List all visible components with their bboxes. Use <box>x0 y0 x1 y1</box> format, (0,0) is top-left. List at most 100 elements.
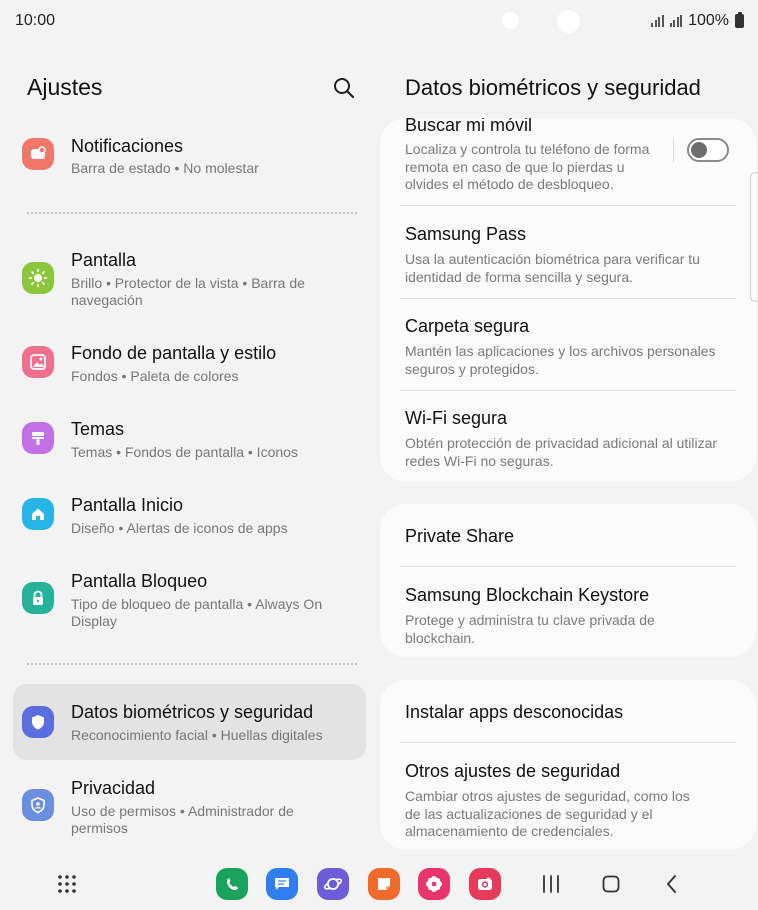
back-button[interactable] <box>659 872 685 896</box>
row-divider <box>400 390 736 391</box>
row-title: Otros ajustes de seguridad <box>405 761 621 781</box>
settings-row-samsung-pass[interactable]: Samsung Pass Usa la autenticación biomét… <box>405 224 725 286</box>
security-card-2: Private Share Samsung Blockchain Keystor… <box>380 504 756 657</box>
settings-item-temas[interactable]: Temas Temas • Fondos de pantalla • Icono… <box>13 413 366 469</box>
settings-item-pantalla-inicio[interactable]: Pantalla Inicio Diseño • Alertas de icon… <box>13 489 366 545</box>
signal-icon <box>651 15 664 27</box>
camera-cutout-icon <box>502 12 519 29</box>
wallpaper-icon <box>22 346 54 378</box>
settings-item-subtitle: Diseño • Alertas de iconos de apps <box>71 520 288 536</box>
status-time: 10:00 <box>15 12 56 29</box>
page-title: Ajustes <box>27 74 103 100</box>
settings-item-subtitle: Tipo de bloqueo de pantalla • Always On … <box>71 596 323 629</box>
settings-item-title: Privacidad <box>71 778 156 798</box>
settings-item-subtitle: Fondos • Paleta de colores <box>71 368 239 384</box>
camera-icon <box>478 877 492 890</box>
settings-row-buscar-movil[interactable]: Buscar mi móvil Localiza y controla tu t… <box>405 118 665 194</box>
settings-item-subtitle: Temas • Fondos de pantalla • Iconos <box>71 444 298 460</box>
apps-grid-icon <box>58 875 76 893</box>
lock-screen-icon <box>22 582 54 614</box>
camera-cutout-icon <box>557 10 580 33</box>
phone-icon <box>227 878 238 891</box>
notes-app[interactable] <box>368 868 400 900</box>
settings-item-pantalla[interactable]: Pantalla Brillo • Protector de la vista … <box>13 244 366 316</box>
phone-app[interactable] <box>216 868 248 900</box>
settings-item-privacidad[interactable]: Privacidad Uso de permisos • Administrad… <box>13 772 366 844</box>
toggle-knob <box>691 142 707 158</box>
row-divider <box>400 566 736 567</box>
settings-row-private-share[interactable]: Private Share <box>405 526 725 547</box>
gallery-app[interactable] <box>418 868 450 900</box>
row-divider <box>400 298 736 299</box>
row-title: Private Share <box>405 526 515 546</box>
internet-icon <box>323 878 343 890</box>
recents-icon <box>543 875 559 893</box>
internet-app[interactable] <box>317 868 349 900</box>
back-icon <box>667 875 676 893</box>
section-divider <box>27 212 357 214</box>
gallery-icon <box>426 876 442 892</box>
search-button[interactable] <box>330 74 358 102</box>
navigation-bar <box>0 858 758 910</box>
row-title: Wi-Fi segura <box>405 408 508 428</box>
settings-row-instalar-apps[interactable]: Instalar apps desconocidas <box>405 702 725 723</box>
section-divider <box>27 663 357 665</box>
settings-item-pantalla-bloqueo[interactable]: Pantalla Bloqueo Tipo de bloqueo de pant… <box>13 565 366 637</box>
settings-item-title: Notificaciones <box>71 136 184 156</box>
messages-app[interactable] <box>266 868 298 900</box>
security-card-1: Buscar mi móvil Localiza y controla tu t… <box>380 118 756 482</box>
settings-item-subtitle: Uso de permisos • Administrador de permi… <box>71 803 294 836</box>
row-subtitle: Usa la autenticación biométrica para ver… <box>405 251 700 285</box>
battery-percent: 100% <box>688 12 729 29</box>
row-subtitle: Protege y administra tu clave privada de… <box>405 612 655 646</box>
row-title: Samsung Blockchain Keystore <box>405 585 650 605</box>
row-separator <box>673 138 674 162</box>
detail-title: Datos biométricos y seguridad <box>405 75 701 100</box>
home-button[interactable] <box>598 872 624 896</box>
themes-icon <box>22 422 54 454</box>
notes-icon <box>378 878 390 890</box>
settings-item-subtitle: Brillo • Protector de la vista • Barra d… <box>71 275 305 308</box>
settings-item-notificaciones[interactable]: Notificaciones Barra de estado • No mole… <box>13 128 366 184</box>
edge-panel-handle[interactable] <box>750 172 758 302</box>
settings-item-title: Pantalla Bloqueo <box>71 571 208 591</box>
signal-icon <box>669 15 683 27</box>
settings-row-carpeta-segura[interactable]: Carpeta segura Mantén las aplicaciones y… <box>405 316 730 378</box>
messages-icon <box>275 878 289 890</box>
settings-item-title: Datos biométricos y seguridad <box>71 702 314 722</box>
home-icon <box>602 875 620 893</box>
apps-grid-button[interactable] <box>54 872 80 896</box>
battery-icon <box>735 12 744 28</box>
settings-item-title: Fondo de pantalla y estilo <box>71 343 277 363</box>
row-title: Instalar apps desconocidas <box>405 702 624 722</box>
security-card-3: Instalar apps desconocidas Otros ajustes… <box>380 680 756 850</box>
find-my-mobile-toggle[interactable] <box>687 138 729 162</box>
row-subtitle: Cambiar otros ajustes de seguridad, como… <box>405 788 690 839</box>
settings-row-wifi-segura[interactable]: Wi-Fi segura Obtén protección de privaci… <box>405 408 730 470</box>
security-shield-icon <box>22 706 54 738</box>
recents-button[interactable] <box>538 872 564 896</box>
settings-row-otros-ajustes[interactable]: Otros ajustes de seguridad Cambiar otros… <box>405 761 705 841</box>
row-divider <box>400 742 736 743</box>
row-subtitle: Obtén protección de privacidad adicional… <box>405 435 718 469</box>
display-icon <box>22 262 54 294</box>
row-title: Carpeta segura <box>405 316 530 336</box>
notifications-icon <box>22 138 54 170</box>
settings-item-biometria-seguridad[interactable]: Datos biométricos y seguridad Reconocimi… <box>13 684 366 760</box>
status-bar: 10:00 100% <box>0 0 758 44</box>
privacy-icon <box>22 789 54 821</box>
row-title: Samsung Pass <box>405 224 527 244</box>
search-icon <box>334 78 355 99</box>
settings-row-blockchain-keystore[interactable]: Samsung Blockchain Keystore Protege y ad… <box>405 585 705 647</box>
settings-item-subtitle: Reconocimiento facial • Huellas digitale… <box>71 727 323 743</box>
status-indicators: 100% <box>651 12 744 30</box>
settings-item-fondo[interactable]: Fondo de pantalla y estilo Fondos • Pale… <box>13 337 366 393</box>
row-title: Buscar mi móvil <box>405 118 533 135</box>
row-divider <box>400 205 736 206</box>
row-subtitle: Mantén las aplicaciones y los archivos p… <box>405 343 716 377</box>
home-screen-icon <box>22 498 54 530</box>
settings-item-subtitle: Barra de estado • No molestar <box>71 160 259 176</box>
settings-item-title: Pantalla <box>71 250 137 270</box>
settings-item-title: Pantalla Inicio <box>71 495 184 515</box>
camera-app[interactable] <box>469 868 501 900</box>
